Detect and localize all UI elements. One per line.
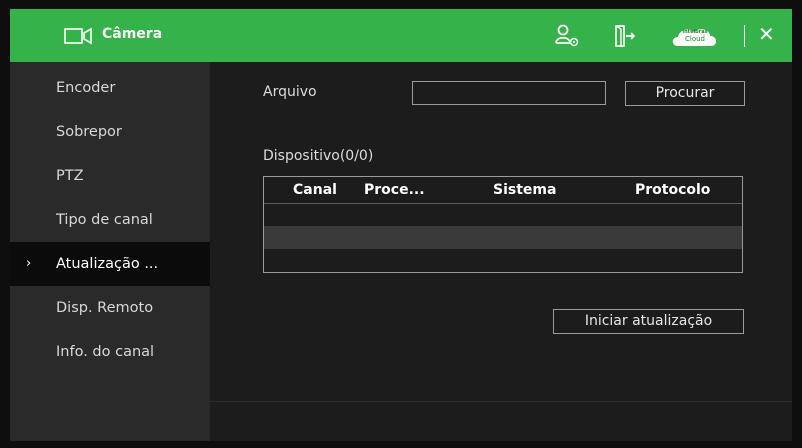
column-header-canal[interactable]: Canal [293,182,337,198]
table-row[interactable] [264,249,742,272]
sidebar-item-label: Info. do canal [56,344,155,360]
sidebar-item-label: Encoder [56,80,116,96]
browse-button[interactable]: Procurar [625,81,745,106]
sidebar-item-info-do-canal[interactable]: Info. do canal [10,330,210,374]
sidebar-item-atualizacao[interactable]: › Atualização ... [10,242,210,286]
table-row[interactable] [264,226,742,249]
chevron-right-icon: › [26,256,32,271]
title-bar: Câmera intelbras Cloud ✕ [10,9,792,62]
start-upgrade-button[interactable]: Iniciar atualização [553,309,744,334]
column-header-sistema[interactable]: Sistema [493,182,556,198]
column-header-processo[interactable]: Proce... [364,182,425,198]
user-settings-icon[interactable] [555,24,581,52]
table-row[interactable] [264,203,742,226]
device-table: Canal Proce... Sistema Protocolo [263,176,743,273]
sidebar-item-tipo-de-canal[interactable]: Tipo de canal [10,198,210,242]
sidebar-footer [10,402,210,441]
table-header: Canal Proce... Sistema Protocolo [264,177,742,204]
device-count-label: Dispositivo(0/0) [263,148,374,164]
sidebar: Encoder Sobrepor PTZ Tipo de canal › Atu… [10,62,210,441]
exit-icon[interactable] [613,24,637,52]
cloud-label-text: Cloud [685,35,705,43]
main-panel: Arquivo Procurar Dispositivo(0/0) Canal … [210,62,792,441]
window-title: Câmera [102,26,163,42]
file-label: Arquivo [263,84,317,100]
camera-icon [64,27,94,49]
sidebar-item-encoder[interactable]: Encoder [10,66,210,110]
column-header-protocolo[interactable]: Protocolo [635,182,710,198]
footer-divider [210,401,792,402]
close-icon[interactable]: ✕ [758,22,775,46]
sidebar-item-label: Disp. Remoto [56,300,154,316]
sidebar-item-label: Tipo de canal [56,212,153,228]
cloud-icon[interactable]: intelbras Cloud [670,24,720,48]
sidebar-item-ptz[interactable]: PTZ [10,154,210,198]
sidebar-item-sobrepor[interactable]: Sobrepor [10,110,210,154]
title-divider [744,25,745,47]
sidebar-item-label: Atualização ... [56,256,159,272]
file-input[interactable] [412,81,606,105]
window: Câmera intelbras Cloud ✕ Encoder Sobrepo… [10,9,792,441]
sidebar-item-disp-remoto[interactable]: Disp. Remoto [10,286,210,330]
sidebar-item-label: PTZ [56,168,84,184]
sidebar-item-label: Sobrepor [56,124,122,140]
